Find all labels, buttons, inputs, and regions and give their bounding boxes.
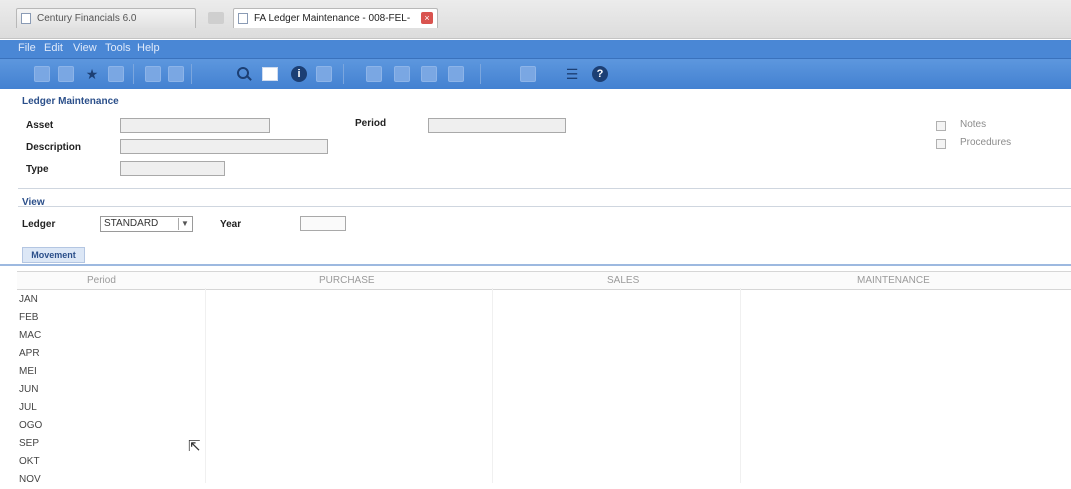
ledger-label: Ledger [22, 219, 56, 230]
table-row[interactable]: MAC [19, 327, 42, 345]
grid-column-divider [740, 288, 741, 483]
tab-underline [0, 264, 1071, 266]
table-row[interactable]: OGO [19, 417, 42, 435]
year-field[interactable] [300, 216, 346, 231]
period-label: Period [355, 118, 387, 129]
menu-view[interactable]: View [73, 42, 97, 54]
period-field[interactable] [428, 118, 566, 133]
table-row[interactable]: JUN [19, 381, 42, 399]
clear-icon[interactable] [316, 66, 332, 82]
ledger-select[interactable]: STANDARD ▼ [100, 216, 193, 232]
tab-fa-ledger-maintenance[interactable]: FA Ledger Maintenance - 008-FEL- × [233, 8, 438, 28]
table-row[interactable]: FEB [19, 309, 42, 327]
table-row[interactable]: JUL [19, 399, 42, 417]
notes-checkbox[interactable] [936, 121, 946, 131]
menu-edit[interactable]: Edit [44, 42, 63, 54]
section-divider [18, 188, 1071, 189]
section-title-ledger-maintenance: Ledger Maintenance [22, 96, 119, 107]
ledger-select-value: STANDARD [104, 218, 159, 229]
toolbar-divider [343, 64, 344, 84]
tab-bar: Century Financials 6.0 FA Ledger Mainten… [0, 0, 1071, 39]
toolbar-divider [480, 64, 481, 84]
column-header-period[interactable]: Period [87, 275, 116, 286]
table-row[interactable]: MEI [19, 363, 42, 381]
section-divider [18, 206, 1071, 207]
menu-file[interactable]: File [18, 42, 36, 54]
asset-label: Asset [26, 120, 54, 131]
column-header-purchase[interactable]: PURCHASE [319, 275, 375, 286]
year-label: Year [220, 219, 242, 230]
toolbar: ★ i ☰ ? [0, 59, 1071, 89]
attach-icon[interactable] [520, 66, 536, 82]
table-row[interactable]: OKT [19, 453, 42, 471]
table-row[interactable]: NOV [19, 471, 42, 489]
menu-tools[interactable]: Tools [105, 42, 131, 54]
grid-column-divider [205, 288, 206, 483]
next-icon[interactable] [421, 66, 437, 82]
toolbar-divider [191, 64, 192, 84]
tab-label: Century Financials 6.0 [37, 13, 137, 24]
grid-header: Period PURCHASE SALES MAINTENANCE [17, 271, 1071, 290]
notes-label: Notes [960, 119, 987, 130]
table-row[interactable]: SEP [19, 435, 42, 453]
first-icon[interactable] [366, 66, 382, 82]
procedures-checkbox[interactable] [936, 139, 946, 149]
tab-spacer [208, 12, 224, 24]
prev-icon[interactable] [394, 66, 410, 82]
menu-help[interactable]: Help [137, 42, 160, 54]
filter-icon[interactable]: ☰ [564, 66, 580, 82]
procedures-label: Procedures [960, 137, 1012, 148]
window-icon [21, 13, 31, 24]
save-icon[interactable] [34, 66, 50, 82]
undo-icon[interactable] [58, 66, 74, 82]
tab-century-financials[interactable]: Century Financials 6.0 [16, 8, 196, 28]
close-icon[interactable]: × [421, 12, 433, 24]
print-icon[interactable] [145, 66, 161, 82]
table-row[interactable]: APR [19, 345, 42, 363]
info-icon[interactable]: i [291, 66, 307, 82]
tab-label: FA Ledger Maintenance - 008-FEL- [254, 13, 411, 24]
search-icon[interactable] [236, 66, 252, 82]
menu-bar: File Edit View Tools Help [0, 40, 1071, 59]
grid-column-divider [492, 288, 493, 483]
delete-icon[interactable] [108, 66, 124, 82]
description-field[interactable] [120, 139, 328, 154]
chevron-down-icon[interactable]: ▼ [178, 218, 191, 230]
description-label: Description [26, 142, 82, 153]
type-label: Type [26, 164, 49, 175]
tab-movement[interactable]: Movement [22, 247, 85, 263]
blank-icon[interactable] [262, 67, 278, 81]
grid-rows: JAN FEB MAC APR MEI JUN JUL OGO SEP OKT … [19, 291, 42, 489]
copy-icon[interactable] [168, 66, 184, 82]
last-icon[interactable] [448, 66, 464, 82]
star-icon[interactable]: ★ [84, 66, 100, 82]
table-row[interactable]: JAN [19, 291, 42, 309]
column-header-sales[interactable]: SALES [607, 275, 639, 286]
column-header-maintenance[interactable]: MAINTENANCE [857, 275, 930, 286]
window-icon [238, 13, 248, 24]
mouse-cursor-icon: ⇱ [188, 438, 201, 455]
toolbar-divider [133, 64, 134, 84]
type-field[interactable] [120, 161, 225, 176]
help-icon[interactable]: ? [592, 66, 608, 82]
asset-field[interactable] [120, 118, 270, 133]
